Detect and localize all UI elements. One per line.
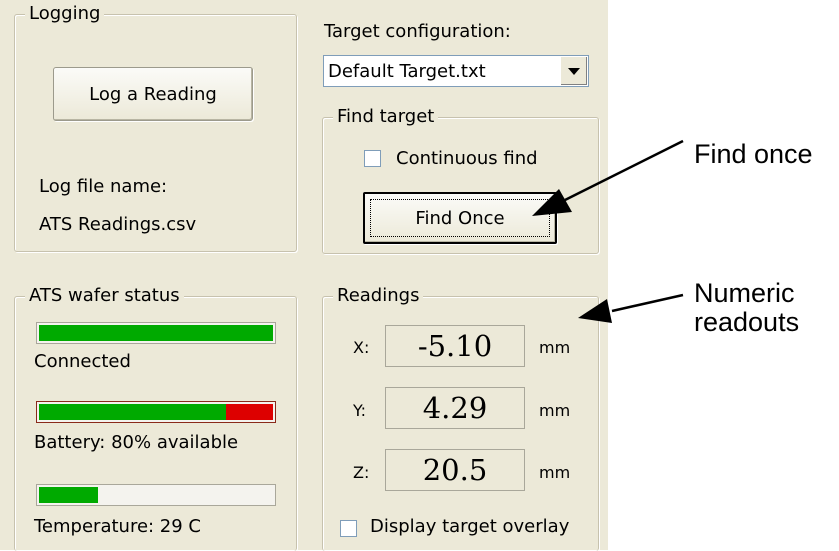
- ats-control-panel: Logging Log a Reading Log file name: ATS…: [0, 0, 608, 551]
- find-once-callout: Find once: [694, 139, 813, 169]
- battery-bar: [36, 401, 276, 423]
- z-readout: 20.5: [385, 449, 525, 491]
- battery-fill: [39, 404, 226, 420]
- focus-rectangle: [370, 199, 550, 237]
- find-target-legend: Find target: [333, 104, 439, 130]
- x-unit: mm: [539, 338, 571, 357]
- display-overlay-checkbox[interactable]: [340, 520, 357, 537]
- temperature-fill: [39, 487, 98, 503]
- continuous-find-checkbox[interactable]: [364, 150, 381, 167]
- find-target-group: Find target Continuous find Find Once: [322, 104, 599, 254]
- logging-legend: Logging: [25, 1, 105, 27]
- y-axis-label: Y:: [353, 401, 367, 420]
- y-value: 4.29: [422, 391, 488, 425]
- x-axis-label: X:: [353, 338, 370, 357]
- readings-group: Readings X: -5.10 mm Y: 4.29 mm Z: 20.5 …: [322, 283, 599, 551]
- log-reading-label: Log a Reading: [89, 83, 217, 105]
- temperature-label: Temperature: 29 C: [34, 516, 202, 537]
- connection-label: Connected: [34, 351, 131, 372]
- y-readout: 4.29: [385, 387, 525, 429]
- numeric-readouts-callout-line1: Numeric: [694, 278, 795, 308]
- target-config-value: Default Target.txt: [328, 61, 486, 82]
- target-config-select[interactable]: Default Target.txt: [323, 55, 589, 87]
- logging-group: Logging Log a Reading Log file name: ATS…: [14, 1, 297, 252]
- wafer-status-legend: ATS wafer status: [25, 283, 184, 309]
- x-readout: -5.10: [385, 325, 525, 367]
- connection-fill: [39, 325, 273, 341]
- x-value: -5.10: [417, 329, 493, 363]
- z-value: 20.5: [422, 453, 488, 487]
- target-config-label: Target configuration:: [324, 21, 511, 42]
- y-unit: mm: [539, 401, 571, 420]
- battery-depleted: [226, 404, 273, 420]
- connection-status-bar: [36, 322, 276, 344]
- wafer-status-group: ATS wafer status Connected Battery: 80% …: [14, 283, 297, 551]
- log-reading-button[interactable]: Log a Reading: [53, 67, 253, 121]
- z-unit: mm: [539, 463, 571, 482]
- log-file-label: Log file name:: [39, 176, 168, 197]
- chevron-down-icon[interactable]: [560, 57, 587, 85]
- display-overlay-label[interactable]: Display target overlay: [370, 516, 569, 537]
- log-file-name: ATS Readings.csv: [39, 214, 197, 235]
- temperature-bar: [36, 484, 276, 506]
- battery-label: Battery: 80% available: [34, 432, 239, 453]
- continuous-find-label[interactable]: Continuous find: [396, 148, 538, 169]
- find-once-button[interactable]: Find Once: [363, 192, 557, 244]
- numeric-readouts-callout-line2: readouts: [694, 307, 800, 337]
- readings-legend: Readings: [333, 283, 424, 309]
- z-axis-label: Z:: [353, 463, 370, 482]
